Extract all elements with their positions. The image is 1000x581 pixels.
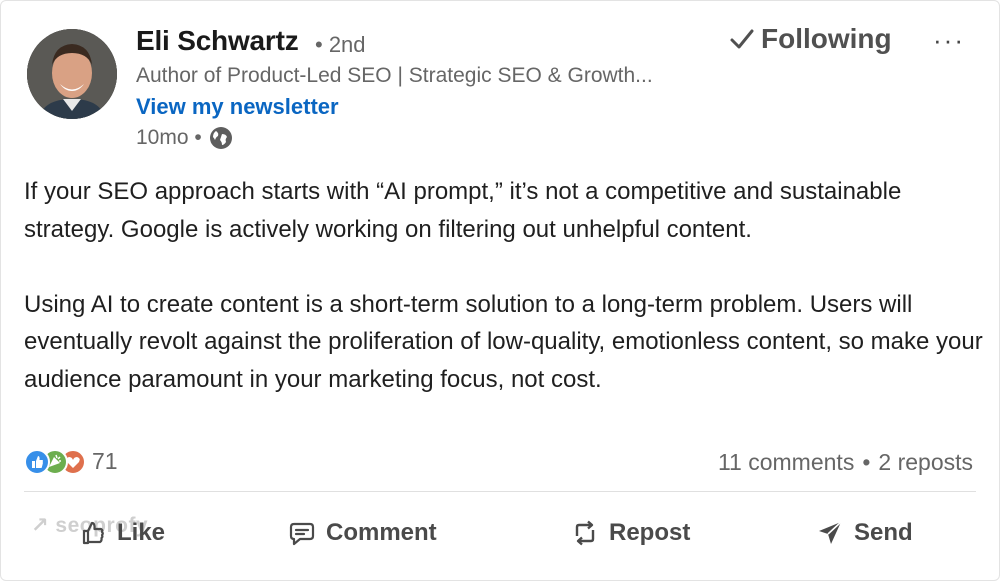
following-label: Following <box>761 23 892 54</box>
feed-post: Eli Schwartz • 2nd Author of Product-Led… <box>0 0 1000 581</box>
repost-label: Repost <box>609 519 691 546</box>
reaction-count: 71 <box>92 448 118 474</box>
view-newsletter-link[interactable]: View my newsletter <box>136 94 339 120</box>
post-stats: 11 comments • 2 reposts <box>718 449 973 476</box>
comments-count-link[interactable]: 11 comments <box>718 449 854 476</box>
author-name[interactable]: Eli Schwartz <box>136 25 299 57</box>
check-icon <box>730 29 754 49</box>
repost-button[interactable]: Repost <box>571 519 690 547</box>
globe-icon <box>209 126 233 150</box>
following-button[interactable]: Following <box>729 23 892 55</box>
more-options-button[interactable]: ··· <box>933 25 965 56</box>
repost-icon <box>575 520 595 546</box>
send-label: Send <box>854 519 913 546</box>
comment-icon <box>289 522 315 546</box>
avatar-photo <box>27 29 117 119</box>
post-paragraph: If your SEO approach starts with “AI pro… <box>24 178 902 243</box>
stats-separator: • <box>862 449 871 475</box>
like-button[interactable]: Like <box>79 519 165 547</box>
send-icon <box>819 521 842 544</box>
post-meta: 10mo • <box>136 126 233 150</box>
thumbs-up-icon <box>82 521 104 545</box>
author-headline: Author of Product-Led SEO | Strategic SE… <box>136 64 653 87</box>
connection-degree: • 2nd <box>315 32 366 57</box>
reposts-count-link[interactable]: 2 reposts <box>878 449 973 476</box>
post-timestamp: 10mo • <box>136 126 202 149</box>
post-body: If your SEO approach starts with “AI pro… <box>24 173 984 398</box>
post-paragraph: Using AI to create content is a short-te… <box>24 290 983 393</box>
comment-label: Comment <box>326 519 437 546</box>
like-reaction-icon <box>24 448 50 475</box>
author-avatar[interactable] <box>27 29 117 119</box>
reactions-summary[interactable]: 71 <box>24 448 118 475</box>
action-bar-divider <box>24 491 976 492</box>
comment-button[interactable]: Comment <box>288 519 437 547</box>
send-button[interactable]: Send <box>816 519 913 547</box>
like-label: Like <box>117 519 166 546</box>
